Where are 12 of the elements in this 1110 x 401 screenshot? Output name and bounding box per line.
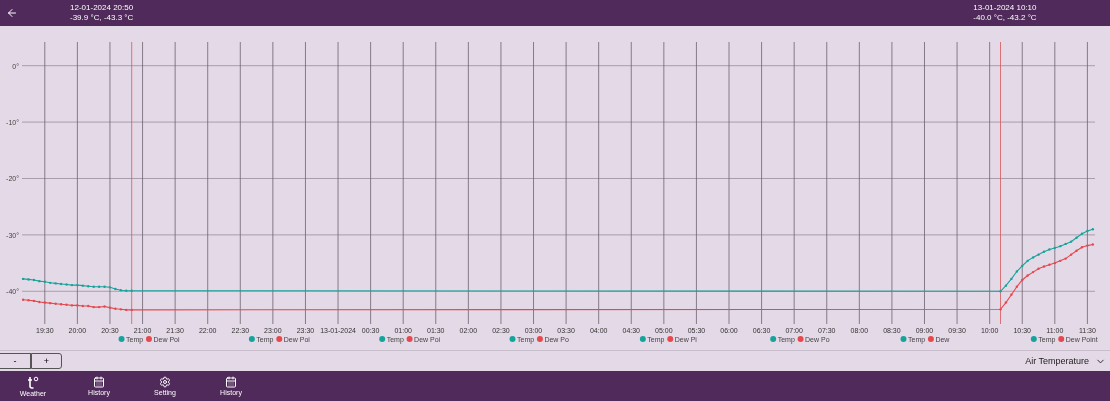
readout-values: -39.9 °C, -43.3 °C bbox=[70, 13, 134, 23]
readout-values: -40.0 °C, -43.2 °C bbox=[973, 13, 1037, 23]
zoom-out-button[interactable]: - bbox=[0, 353, 31, 369]
back-arrow-icon bbox=[6, 7, 18, 19]
readout-datetime: 12-01-2024 20:50 bbox=[70, 3, 134, 13]
temperature-icon bbox=[27, 375, 39, 389]
measure-dropdown[interactable]: Air Temperature bbox=[1025, 355, 1106, 367]
calendar-icon bbox=[225, 376, 237, 388]
calendar-icon bbox=[93, 376, 105, 388]
zoom-in-button[interactable]: + bbox=[31, 353, 62, 369]
settings-icon bbox=[159, 376, 171, 388]
readout-datetime: 13-01-2024 10:10 bbox=[973, 3, 1037, 13]
